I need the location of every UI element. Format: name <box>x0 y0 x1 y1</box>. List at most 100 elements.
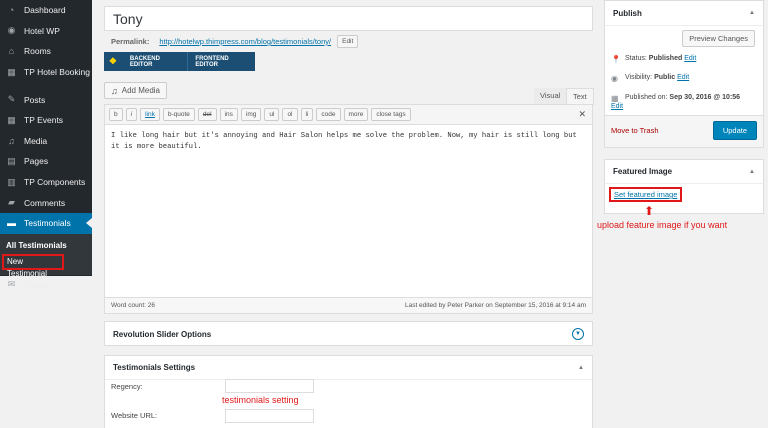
builder-logo-icon: ❖ <box>108 56 117 66</box>
menu-label: Comments <box>24 197 66 208</box>
publish-header[interactable]: Publish ▲ <box>605 1 763 26</box>
comment-icon: ▰ <box>8 197 15 208</box>
visibility-label: Visibility: <box>625 74 653 81</box>
fullscreen-icon[interactable]: ✕ <box>578 109 586 120</box>
qt-italic-button[interactable]: i <box>125 108 138 121</box>
qt-more-button[interactable]: more <box>343 108 369 121</box>
submenu-all-testimonials[interactable]: All Testimonials <box>0 238 92 254</box>
caret-up-icon[interactable]: ▲ <box>749 169 755 175</box>
menu-label: Contact <box>24 279 54 290</box>
menu-item-tp-hotel-booking[interactable]: ▦ TP Hotel Booking <box>0 62 92 83</box>
regency-label: Regency: <box>111 382 143 391</box>
annotation-featured-image: upload feature image if you want <box>597 220 728 230</box>
menu-item-pages[interactable]: ▤ Pages <box>0 151 92 172</box>
revolution-slider-box: Revolution Slider Options ▼ <box>104 321 593 346</box>
testimonials-submenu: All Testimonials New Testimonial <box>0 233 92 278</box>
menu-label: Rooms <box>24 46 51 57</box>
testimonials-settings-header[interactable]: Testimonials Settings ▲ <box>105 356 592 380</box>
menu-label: Testimonials <box>24 218 71 229</box>
content-editor: b i link b-quote del ins img ul ol li co… <box>104 104 593 314</box>
menu-item-testimonials[interactable]: ▬ Testimonials <box>0 212 92 234</box>
post-published-date: ▦ Published on: Sep 30, 2016 @ 10:56 Edi… <box>611 94 761 110</box>
annotation-testimonials-setting: testimonials setting <box>222 395 299 405</box>
caret-up-icon[interactable]: ▲ <box>578 365 584 371</box>
editor-textarea[interactable]: I like long hair but it's annoying and H… <box>105 125 592 159</box>
admin-sidebar: ◔ Dashboard ◉ Hotel WP ⌂ Rooms ▦ TP Hotel Bo… <box>0 0 92 290</box>
calendar-icon: ▦ <box>7 66 16 77</box>
frontend-editor-button[interactable]: FRONTEND EDITOR <box>187 56 255 68</box>
qt-del-button[interactable]: del <box>197 108 217 121</box>
website-url-label: Website URL: <box>111 411 158 420</box>
permalink-label: Permalink: <box>111 37 150 46</box>
move-to-trash-link[interactable]: Move to Trash <box>611 126 659 135</box>
publish-title: Publish <box>613 8 642 18</box>
chevron-down-icon[interactable]: ▼ <box>572 328 584 340</box>
revolution-slider-header[interactable]: Revolution Slider Options ▼ <box>105 322 592 346</box>
calendar-icon: ▦ <box>611 94 619 103</box>
menu-item-rooms[interactable]: ⌂ Rooms <box>0 41 92 62</box>
regency-input[interactable] <box>225 379 314 393</box>
featured-image-title: Featured Image <box>613 167 673 176</box>
qt-ins-button[interactable]: ins <box>219 108 238 121</box>
pin-icon: 📍 <box>611 55 621 64</box>
visibility-value: Public <box>654 74 676 81</box>
published-edit-link[interactable]: Edit <box>611 103 761 110</box>
post-title-input[interactable]: Tony <box>104 6 593 31</box>
qt-li-button[interactable]: li <box>300 108 314 121</box>
menu-item-dashboard[interactable]: ◔ Dashboard <box>0 0 92 21</box>
qt-bold-button[interactable]: b <box>109 108 123 121</box>
menu-label: Media <box>24 135 48 146</box>
backend-editor-button[interactable]: BACKEND EDITOR <box>122 56 187 68</box>
featured-image-box: Featured Image ▲ Set featured image <box>604 159 764 214</box>
preview-changes-button[interactable]: Preview Changes <box>682 30 755 47</box>
qt-code-button[interactable]: code <box>316 108 341 121</box>
menu-label: Hotel WP <box>24 25 60 36</box>
submenu-new-testimonial[interactable]: New Testimonial <box>2 253 64 278</box>
post-status: 📍 Status: Published Edit <box>611 55 696 64</box>
update-button[interactable]: Update <box>712 121 757 140</box>
menu-item-media[interactable]: ♫ Media <box>0 131 92 152</box>
qt-img-button[interactable]: img <box>240 108 262 121</box>
caret-up-icon[interactable]: ▲ <box>749 10 755 16</box>
qt-blockquote-button[interactable]: b-quote <box>162 108 195 121</box>
publish-box: Publish ▲ Preview Changes 📍 Status: Publ… <box>604 0 764 148</box>
testimonials-settings-title: Testimonials Settings <box>113 363 196 372</box>
menu-item-comments[interactable]: ▰ Comments <box>0 192 92 213</box>
menu-label: TP Hotel Booking <box>24 67 90 78</box>
menu-item-hotel-wp[interactable]: ◉ Hotel WP <box>0 21 92 42</box>
word-count: Word count: 26 <box>111 302 155 309</box>
menu-label: Pages <box>24 156 49 167</box>
menu-item-tp-events[interactable]: ▦ TP Events <box>0 110 92 131</box>
tab-text[interactable]: Text <box>566 88 594 105</box>
qt-link-button[interactable]: link <box>140 108 160 121</box>
qt-ul-button[interactable]: ul <box>264 108 280 121</box>
last-edited: Last edited by Peter Parker on September… <box>404 302 586 309</box>
permalink-row: Permalink: http://hotelwp.thimpress.com/… <box>111 35 359 48</box>
menu-item-tp-components[interactable]: ▥ TP Components <box>0 172 92 193</box>
calendar-icon: ▦ <box>7 114 16 125</box>
featured-image-header[interactable]: Featured Image ▲ <box>605 160 763 184</box>
status-edit-link[interactable]: Edit <box>684 55 696 62</box>
permalink-edit-button[interactable]: Edit <box>337 35 359 48</box>
add-media-label: Add Media <box>121 86 160 95</box>
permalink-link[interactable]: http://hotelwp.thimpress.com/blog/testim… <box>159 37 331 46</box>
eye-icon: ◉ <box>611 74 618 83</box>
post-visibility: ◉ Visibility: Public Edit <box>611 74 689 83</box>
menu-label: TP Components <box>24 177 86 188</box>
menu-label: TP Events <box>24 115 64 126</box>
menu-item-posts[interactable]: ✎ Posts <box>0 89 92 110</box>
editor-status-bar: Word count: 26 Last edited by Peter Park… <box>105 297 592 313</box>
tab-visual[interactable]: Visual <box>534 88 567 105</box>
mail-icon: ✉ <box>7 279 16 290</box>
revolution-slider-title: Revolution Slider Options <box>113 329 212 339</box>
menu-label: Posts <box>24 94 46 105</box>
add-media-button[interactable]: ♫ Add Media <box>104 82 167 99</box>
media-icon: ♫ <box>111 85 118 96</box>
quicktags-toolbar: b i link b-quote del ins img ul ol li co… <box>105 105 592 125</box>
visibility-edit-link[interactable]: Edit <box>677 74 689 81</box>
website-url-input[interactable] <box>225 409 314 423</box>
set-featured-image-link[interactable]: Set featured image <box>609 187 683 202</box>
qt-ol-button[interactable]: ol <box>282 108 298 121</box>
qt-close-tags-button[interactable]: close tags <box>371 108 411 121</box>
testimonials-settings-box: Testimonials Settings ▲ <box>104 355 593 428</box>
